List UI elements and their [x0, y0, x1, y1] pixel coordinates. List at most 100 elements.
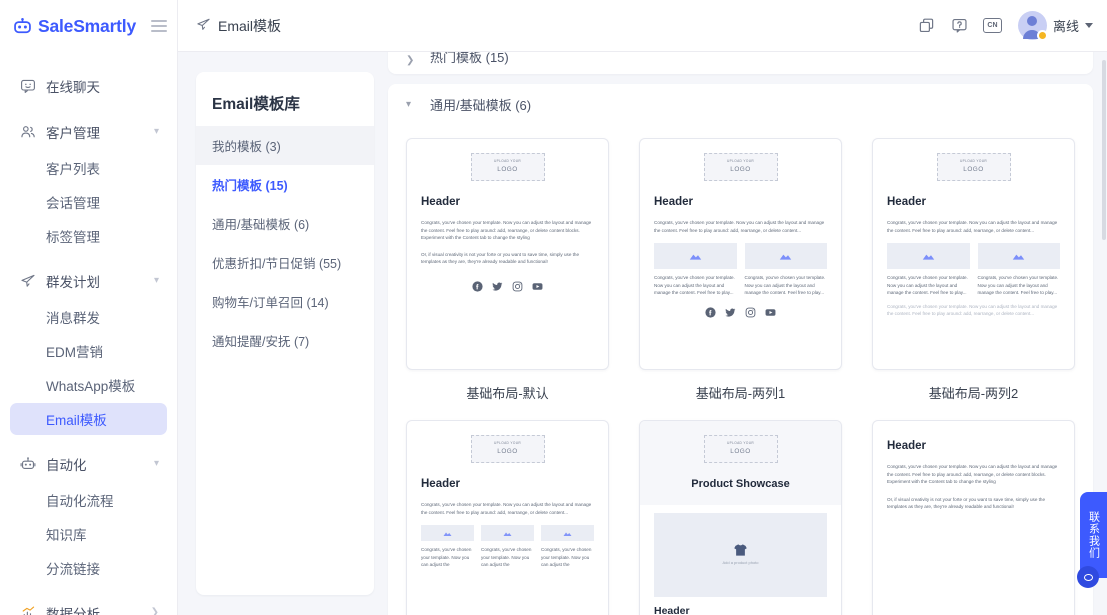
accordion-label: 热门模板 (15) [430, 52, 509, 65]
logo-placeholder: UPLOAD YOUR LOGO [703, 435, 778, 463]
accordion-header[interactable]: ❯ 热门模板 (15) [388, 52, 1093, 74]
paper-plane-icon [196, 17, 211, 35]
scrollbar-thumb[interactable] [1102, 60, 1106, 240]
logo-line1: UPLOAD YOUR [960, 158, 987, 163]
template-caption: 基础布局-两列1 [695, 386, 786, 401]
email-paragraph: Congrats, you've chosen your template. N… [421, 219, 592, 241]
library-item-promo[interactable]: 优惠折扣/节日促销 (55) [196, 243, 374, 282]
sidebar-item-label: WhatsApp模板 [46, 379, 136, 394]
template-cell: UPLOAD YOUR LOGO Header Congrats, you've… [406, 420, 609, 615]
chevron-down-icon: ▾ [153, 275, 159, 286]
chevron-down-icon: ▾ [406, 98, 412, 110]
language-icon[interactable]: CN [982, 18, 1002, 33]
app-root: SaleSmartly 在线聊天 客户管理 ▾ 客户列表 会话管理 标签管理 群… [0, 0, 1107, 615]
template-card-text-only[interactable]: Header Congrats, you've chosen your temp… [872, 420, 1075, 615]
product-title: Product Showcase [691, 478, 790, 490]
topbar-actions: CN 离线 [917, 11, 1093, 41]
sidebar-item-routing-link[interactable]: 分流链接 [10, 552, 167, 584]
sidebar-item-label: Email模板 [46, 413, 107, 428]
column-text: Congrats, you've chosen your template. N… [481, 547, 532, 568]
logo-placeholder: UPLOAD YOUR LOGO [936, 153, 1011, 181]
image-placeholder [887, 243, 970, 270]
email-header: Header [887, 196, 926, 208]
library-item-my-templates[interactable]: 我的模板 (3) [196, 126, 374, 165]
social-row [421, 275, 594, 294]
column-text: Congrats, you've chosen your template. N… [744, 275, 826, 296]
logo-line1: UPLOAD YOUR [727, 158, 754, 163]
language-label: CN [987, 22, 998, 29]
sidebar-item-broadcast-plan[interactable]: 群发计划 ▾ [10, 264, 167, 298]
template-card-three-col[interactable]: UPLOAD YOUR LOGO Header Congrats, you've… [406, 420, 609, 615]
instagram-icon [745, 307, 756, 318]
hamburger-icon[interactable] [151, 20, 167, 32]
analytics-icon [18, 605, 38, 615]
two-column-block: Congrats, you've chosen your template. N… [887, 243, 1060, 297]
robot-icon [18, 456, 38, 472]
sidebar-item-data-analytics[interactable]: 数据分析 ❯ [10, 596, 167, 615]
template-card-two-col-1[interactable]: UPLOAD YOUR LOGO Header Congrats, you've… [639, 138, 842, 370]
logo-line1: UPLOAD YOUR [727, 440, 754, 445]
logo-line2: LOGO [497, 447, 518, 455]
library-item-notification[interactable]: 通知提醒/安抚 (7) [196, 321, 374, 360]
accordion-header[interactable]: ▾ 通用/基础模板 (6) [388, 84, 1093, 124]
sidebar-item-session-mgmt[interactable]: 会话管理 [10, 186, 167, 218]
user-menu[interactable]: 离线 [1017, 11, 1093, 41]
contact-us-widget[interactable]: 联系我们 [1080, 492, 1107, 578]
column-text: Congrats, you've chosen your template. N… [654, 275, 735, 296]
library-item-popular[interactable]: 热门模板 (15) [196, 165, 374, 204]
logo-line2: LOGO [730, 165, 751, 173]
sidebar-item-whatsapp-template[interactable]: WhatsApp模板 [10, 369, 167, 401]
sidebar-item-label: 客户管理 [46, 126, 100, 141]
paper-plane-icon [18, 273, 38, 289]
template-cell: UPLOAD YOUR LOGO Header Congrats, you've… [406, 138, 609, 408]
social-row [654, 301, 827, 320]
sidebar-item-automation[interactable]: 自动化 ▾ [10, 447, 167, 481]
library-title: Email模板库 [212, 96, 300, 113]
accordion-popular[interactable]: ❯ 热门模板 (15) [388, 52, 1093, 74]
email-header: Header [654, 605, 690, 615]
template-card-two-col-2[interactable]: UPLOAD YOUR LOGO Header Congrats, you've… [872, 138, 1075, 370]
template-card-default[interactable]: UPLOAD YOUR LOGO Header Congrats, you've… [406, 138, 609, 370]
chat-bubble-icon[interactable] [1077, 566, 1099, 588]
logo-placeholder: UPLOAD YOUR LOGO [703, 153, 778, 181]
sidebar-item-label: 分流链接 [46, 562, 100, 577]
sidebar-item-edm-marketing[interactable]: EDM营销 [10, 335, 167, 367]
sidebar-item-label: 客户列表 [46, 162, 100, 177]
content-area: Email模板库 我的模板 (3) 热门模板 (15) 通用/基础模板 (6) … [178, 52, 1107, 615]
sidebar-item-label: 在线聊天 [46, 80, 100, 95]
image-placeholder [977, 243, 1060, 270]
youtube-icon [765, 307, 776, 318]
sidebar-item-email-template[interactable]: Email模板 [10, 403, 167, 435]
template-cell: UPLOAD YOUR LOGO Header Congrats, you've… [639, 138, 842, 408]
avatar [1017, 11, 1048, 41]
chevron-right-icon: ❯ [406, 55, 415, 66]
column-text: Congrats, you've chosen your template. N… [421, 547, 472, 568]
library-item-label: 通用/基础模板 (6) [212, 218, 310, 232]
template-library-panel: Email模板库 我的模板 (3) 热门模板 (15) 通用/基础模板 (6) … [196, 72, 374, 595]
youtube-icon [532, 281, 543, 292]
sidebar-item-knowledge-base[interactable]: 知识库 [10, 518, 167, 550]
library-item-basic[interactable]: 通用/基础模板 (6) [196, 204, 374, 243]
template-card-product-showcase[interactable]: UPLOAD YOUR LOGO Product Showcase Add a … [639, 420, 842, 615]
sidebar-item-online-chat[interactable]: 在线聊天 [10, 69, 167, 103]
sidebar-item-label: 消息群发 [46, 311, 100, 326]
sidebar-item-automation-flow[interactable]: 自动化流程 [10, 484, 167, 516]
copy-icon[interactable] [917, 16, 936, 35]
email-paragraph: Or, if visual creativity is not your for… [887, 496, 1046, 510]
sidebar-item-message-broadcast[interactable]: 消息群发 [10, 301, 167, 333]
twitter-icon [492, 281, 503, 292]
logo-placeholder: UPLOAD YOUR LOGO [470, 153, 545, 181]
users-icon [18, 124, 38, 140]
email-paragraph: Congrats, you've chosen your template. N… [887, 463, 1058, 485]
facebook-icon [705, 307, 716, 318]
library-item-cart-recovery[interactable]: 购物车/订单召回 (14) [196, 282, 374, 321]
sidebar-item-tag-mgmt[interactable]: 标签管理 [10, 220, 167, 252]
sidebar-item-customer-list[interactable]: 客户列表 [10, 152, 167, 184]
sidebar-item-customer-mgmt[interactable]: 客户管理 ▾ [10, 115, 167, 149]
logo-line2: LOGO [730, 447, 751, 455]
library-item-label: 购物车/订单召回 (14) [212, 296, 329, 310]
accordion-label: 通用/基础模板 (6) [430, 97, 532, 113]
help-icon[interactable] [950, 16, 969, 35]
status-badge [1036, 30, 1048, 41]
template-column[interactable]: ❯ 热门模板 (15) ▾ 通用/基础模板 (6) UPLOAD YOUR LO… [374, 52, 1107, 615]
